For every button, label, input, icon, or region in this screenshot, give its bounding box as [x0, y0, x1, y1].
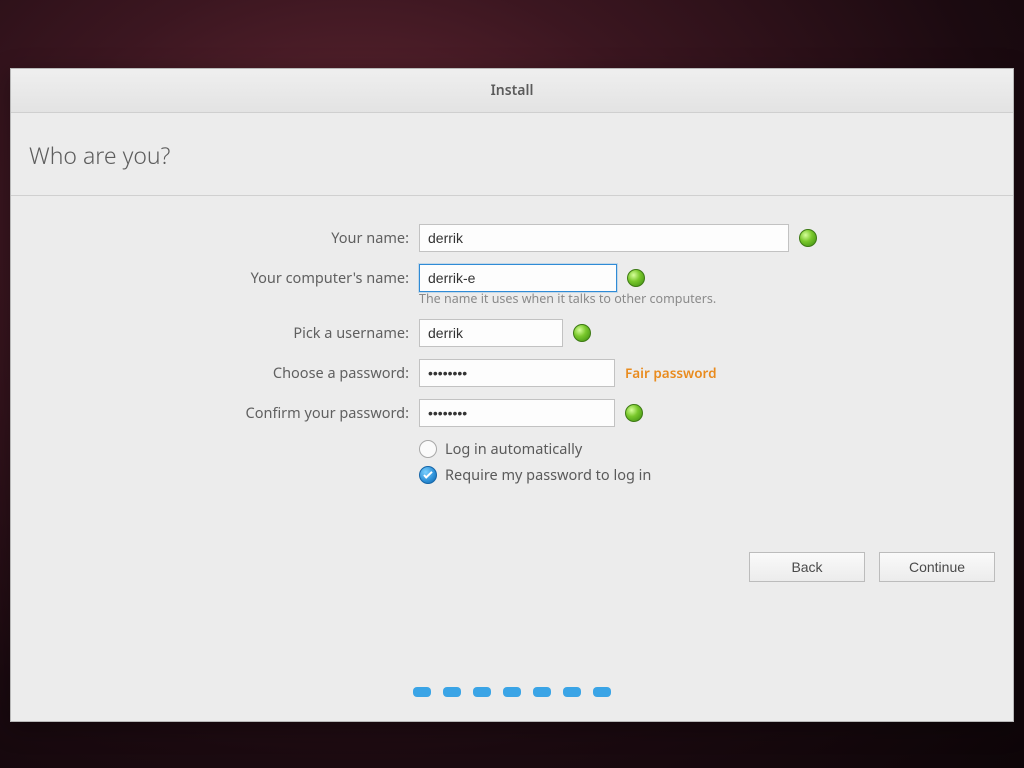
check-ok-icon	[627, 269, 645, 287]
password-label: Choose a password:	[11, 363, 419, 383]
progress-pip	[443, 687, 461, 697]
install-window: Install Who are you? Your name: Your com…	[10, 68, 1014, 722]
wizard-footer: Back Continue	[749, 552, 995, 582]
user-form: Your name: Your computer's name: The nam…	[11, 224, 1013, 485]
continue-button[interactable]: Continue	[879, 552, 995, 582]
login-require-password-label: Require my password to log in	[445, 465, 651, 485]
progress-indicator	[11, 687, 1013, 697]
confirm-password-label: Confirm your password:	[11, 403, 419, 423]
page-content: Your name: Your computer's name: The nam…	[11, 196, 1013, 721]
check-ok-icon	[625, 404, 643, 422]
progress-pip	[503, 687, 521, 697]
username-label: Pick a username:	[11, 323, 419, 343]
username-input[interactable]	[419, 319, 563, 347]
progress-pip	[593, 687, 611, 697]
radio-unchecked-icon	[419, 440, 437, 458]
progress-pip	[533, 687, 551, 697]
computer-name-helper: The name it uses when it talks to other …	[419, 290, 1013, 307]
computer-name-input[interactable]	[419, 264, 617, 292]
window-title: Install	[491, 81, 534, 100]
name-label: Your name:	[11, 228, 419, 248]
progress-pip	[473, 687, 491, 697]
login-require-password-option[interactable]: Require my password to log in	[419, 465, 1013, 485]
password-strength-label: Fair password	[625, 364, 717, 382]
progress-pip	[413, 687, 431, 697]
back-button[interactable]: Back	[749, 552, 865, 582]
radio-checked-icon	[419, 466, 437, 484]
progress-pip	[563, 687, 581, 697]
name-input[interactable]	[419, 224, 789, 252]
check-ok-icon	[573, 324, 591, 342]
page-header: Who are you?	[11, 113, 1013, 196]
window-titlebar: Install	[11, 69, 1013, 113]
page-title: Who are you?	[29, 139, 170, 171]
check-ok-icon	[799, 229, 817, 247]
password-input[interactable]	[419, 359, 615, 387]
computer-name-label: Your computer's name:	[11, 268, 419, 288]
confirm-password-input[interactable]	[419, 399, 615, 427]
login-auto-label: Log in automatically	[445, 439, 582, 459]
login-auto-option[interactable]: Log in automatically	[419, 439, 1013, 459]
